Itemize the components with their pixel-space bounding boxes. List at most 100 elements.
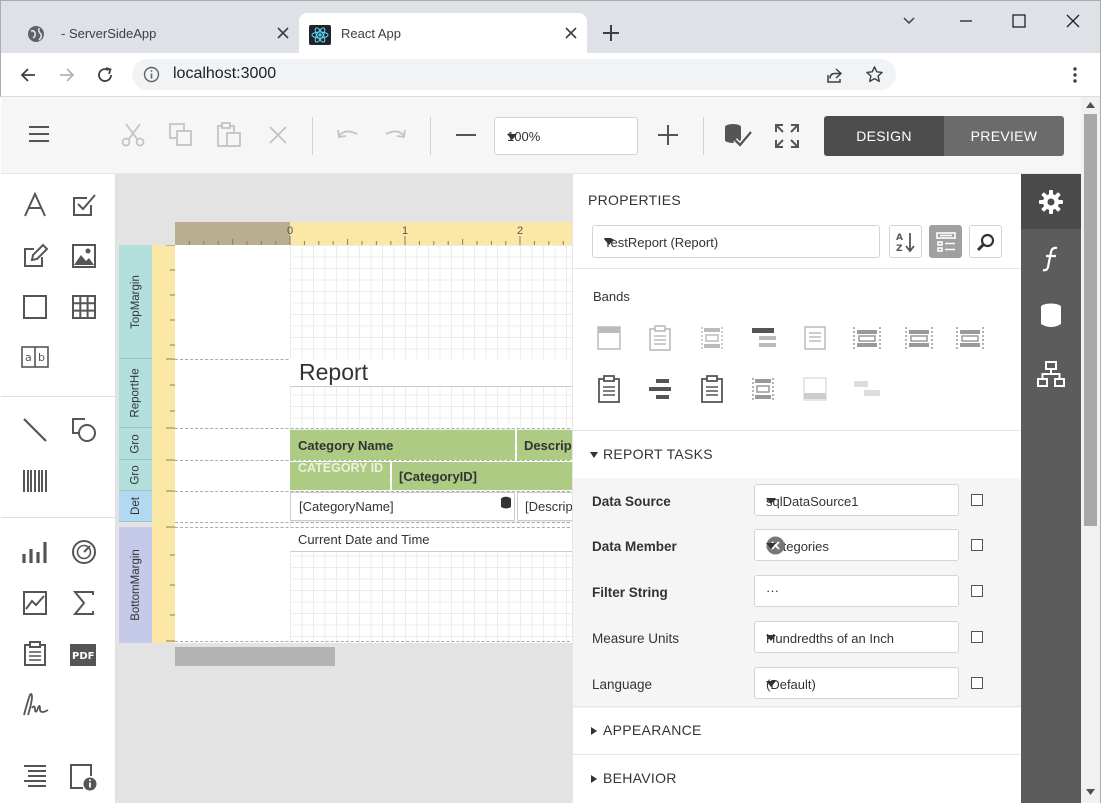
label-control-icon[interactable] bbox=[22, 192, 48, 218]
close-tab-icon[interactable] bbox=[275, 25, 291, 41]
reload-icon[interactable] bbox=[95, 65, 115, 85]
tab-serversideapp[interactable]: - ServerSideApp bbox=[17, 13, 299, 54]
undo-icon[interactable] bbox=[335, 122, 361, 148]
back-arrow-icon[interactable] bbox=[18, 65, 38, 85]
expressions-function-icon[interactable] bbox=[1037, 245, 1065, 273]
copy-icon[interactable] bbox=[168, 122, 194, 148]
group-header-band-icon[interactable] bbox=[751, 326, 777, 350]
redo-icon[interactable] bbox=[382, 122, 408, 148]
summary-sigma-icon[interactable] bbox=[71, 590, 97, 616]
paste-icon[interactable] bbox=[216, 122, 242, 148]
data-member-select[interactable]: Categories bbox=[754, 529, 959, 561]
share-icon[interactable] bbox=[826, 66, 844, 84]
gear-icon[interactable] bbox=[1037, 188, 1065, 216]
filter-string-editor[interactable]: ··· bbox=[754, 575, 959, 607]
sparkline-control-icon[interactable] bbox=[22, 590, 48, 616]
report-canvas[interactable]: Report Category Name Descrip CATEGORY ID… bbox=[175, 245, 572, 643]
category-id-label[interactable]: CATEGORY ID bbox=[290, 462, 390, 490]
close-window-icon[interactable] bbox=[1063, 11, 1083, 31]
zoom-out-icon[interactable] bbox=[453, 122, 479, 148]
detail-band-icon[interactable] bbox=[803, 326, 827, 350]
description-field[interactable]: [Descrip bbox=[517, 492, 572, 521]
category-id-field[interactable]: [CategoryID] bbox=[392, 462, 572, 490]
signature-control-icon[interactable] bbox=[22, 692, 50, 718]
scroll-down-arrow-icon[interactable] bbox=[1086, 789, 1095, 795]
description-header-cell[interactable]: Descrip bbox=[517, 430, 572, 460]
ellipsis-button[interactable]: ··· bbox=[766, 583, 950, 598]
report-header-band-icon[interactable] bbox=[648, 325, 672, 351]
language-checkbox[interactable] bbox=[971, 677, 983, 689]
sort-alphabetically-button[interactable]: AZ bbox=[889, 225, 922, 258]
group-footer-band-icon[interactable] bbox=[904, 326, 934, 350]
bookmark-star-icon[interactable] bbox=[865, 65, 884, 84]
delete-icon[interactable] bbox=[265, 122, 291, 148]
scroll-up-arrow-icon[interactable] bbox=[1086, 102, 1095, 108]
report-footer-band-icon[interactable] bbox=[597, 375, 621, 403]
table-control-icon[interactable] bbox=[71, 294, 97, 320]
band-bottommargin[interactable]: BottomMargin bbox=[119, 527, 152, 643]
maximize-icon[interactable] bbox=[1009, 11, 1029, 31]
group-band-icon[interactable] bbox=[648, 377, 674, 401]
zoom-in-icon[interactable] bbox=[655, 122, 681, 148]
language-select[interactable]: (Default) bbox=[754, 667, 959, 699]
browser-menu-icon[interactable] bbox=[1065, 65, 1085, 85]
report-tasks-section[interactable]: REPORT TASKS bbox=[573, 430, 1022, 478]
validate-bindings-icon[interactable] bbox=[723, 122, 753, 150]
sub-report-band-icon[interactable] bbox=[700, 375, 724, 403]
line-control-icon[interactable] bbox=[22, 417, 48, 443]
subreport-control-icon[interactable] bbox=[22, 641, 48, 667]
table-of-contents-icon[interactable] bbox=[22, 763, 48, 789]
tab-react-app[interactable]: React App bbox=[299, 13, 587, 54]
data-source-select[interactable]: sqlDataSource1 bbox=[754, 484, 959, 516]
behavior-section[interactable]: BEHAVIOR bbox=[573, 754, 1022, 802]
minimize-icon[interactable] bbox=[956, 11, 976, 31]
vertical-total-band-icon[interactable] bbox=[852, 377, 882, 401]
vertical-header-band-icon[interactable] bbox=[955, 326, 985, 350]
forward-arrow-icon[interactable] bbox=[57, 65, 77, 85]
design-surface[interactable]: 0 1 2 TopMargin ReportHe Gro Gro Det Bot… bbox=[116, 174, 572, 803]
design-button[interactable]: DESIGN bbox=[824, 116, 944, 156]
bottom-margin-band-icon[interactable] bbox=[803, 377, 827, 401]
categorized-view-button[interactable] bbox=[929, 225, 962, 258]
band-groupheader[interactable]: Gro bbox=[119, 428, 152, 460]
cut-icon[interactable] bbox=[120, 122, 146, 148]
category-name-field[interactable]: [CategoryName] bbox=[290, 492, 515, 521]
checkbox-control-icon[interactable] bbox=[71, 192, 97, 218]
band-topmargin[interactable]: TopMargin bbox=[119, 245, 152, 359]
scrollbar-thumb[interactable] bbox=[1084, 114, 1097, 526]
data-source-checkbox[interactable] bbox=[971, 494, 983, 506]
chart-control-icon[interactable] bbox=[22, 539, 48, 565]
data-member-checkbox[interactable] bbox=[971, 539, 983, 551]
field-list-database-icon[interactable] bbox=[1037, 302, 1065, 330]
panel-control-icon[interactable] bbox=[22, 294, 48, 320]
page-vertical-scrollbar[interactable] bbox=[1081, 97, 1101, 803]
category-name-header-cell[interactable]: Category Name bbox=[290, 430, 515, 460]
richtext-control-icon[interactable] bbox=[22, 243, 48, 269]
band-groupheader2[interactable]: Gro bbox=[119, 460, 152, 491]
filter-string-checkbox[interactable] bbox=[971, 585, 983, 597]
close-tab-icon[interactable] bbox=[563, 25, 579, 41]
fullscreen-icon[interactable] bbox=[773, 122, 801, 150]
page-footer-band-icon[interactable] bbox=[751, 377, 775, 401]
measure-units-select[interactable]: Hundredths of an Inch bbox=[754, 621, 959, 653]
preview-button[interactable]: PREVIEW bbox=[944, 116, 1064, 156]
report-explorer-icon[interactable] bbox=[1037, 360, 1065, 388]
band-detail[interactable]: Det bbox=[119, 491, 152, 522]
tab-search-icon[interactable] bbox=[899, 11, 919, 31]
site-info-icon[interactable] bbox=[143, 66, 160, 83]
hamburger-menu-icon[interactable] bbox=[27, 122, 51, 146]
measure-units-checkbox[interactable] bbox=[971, 631, 983, 643]
appearance-section[interactable]: APPEARANCE bbox=[573, 706, 1022, 754]
page-info-icon[interactable] bbox=[69, 763, 97, 791]
object-selector[interactable]: TestReport (Report) bbox=[592, 225, 880, 258]
zoom-select[interactable]: 100% bbox=[494, 117, 638, 155]
horizontal-scrollbar[interactable] bbox=[175, 647, 335, 666]
report-title-label[interactable]: Report bbox=[290, 359, 572, 387]
top-margin-band-icon[interactable] bbox=[597, 326, 621, 350]
barcode-control-icon[interactable] bbox=[22, 468, 48, 494]
new-tab-icon[interactable] bbox=[601, 23, 621, 43]
url-omnibox[interactable]: localhost:3000 bbox=[132, 59, 896, 90]
current-date-time-label[interactable]: Current Date and Time bbox=[290, 528, 572, 552]
shape-control-icon[interactable] bbox=[71, 417, 97, 443]
picture-control-icon[interactable] bbox=[71, 243, 97, 269]
